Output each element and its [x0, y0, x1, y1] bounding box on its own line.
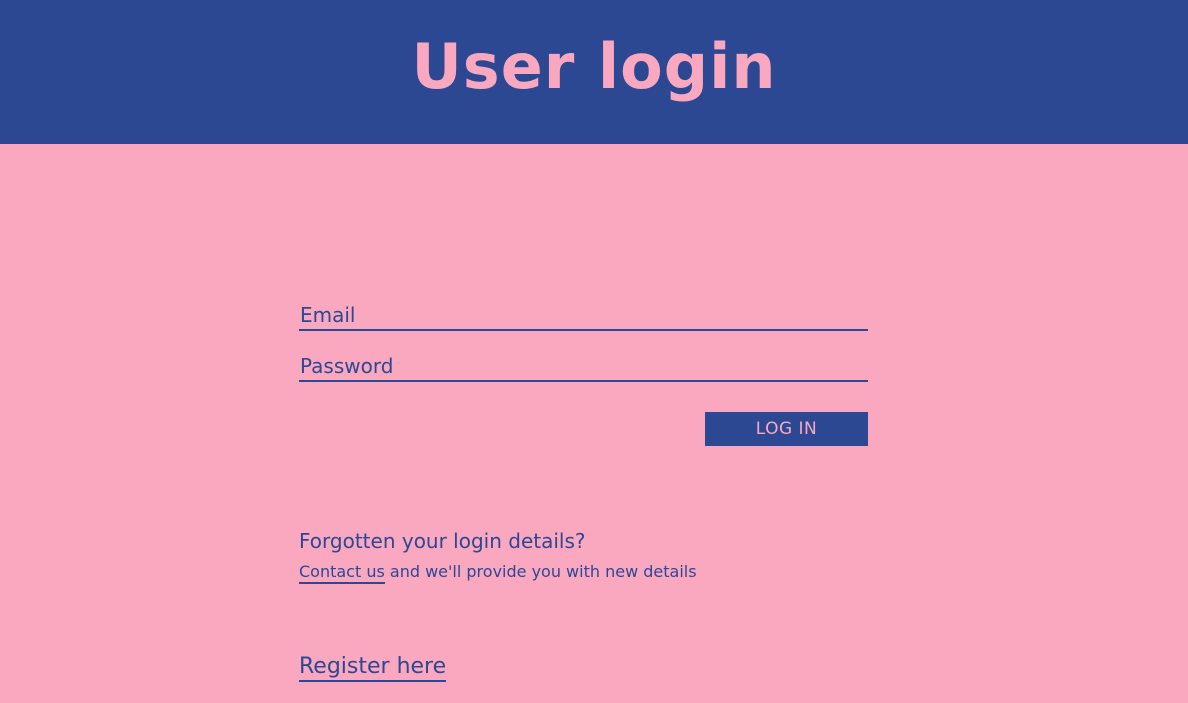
contact-us-suffix: and we'll provide you with new details	[384, 562, 697, 581]
password-field-wrapper	[299, 352, 868, 382]
forgot-details-heading: Forgotten your login details?	[299, 529, 586, 553]
email-input[interactable]	[299, 301, 868, 329]
page-title: User login	[411, 29, 777, 103]
login-button[interactable]: LOG IN	[705, 412, 868, 446]
email-field-wrapper	[299, 301, 868, 331]
forgot-details-text: Contact us and we'll provide you with ne…	[299, 562, 697, 584]
page-header: User login	[0, 0, 1188, 144]
contact-us-link[interactable]: Contact us	[299, 562, 385, 584]
login-content: LOG IN Forgotten your login details? Con…	[0, 144, 1188, 703]
register-link[interactable]: Register here	[299, 654, 447, 682]
password-input[interactable]	[299, 352, 868, 380]
